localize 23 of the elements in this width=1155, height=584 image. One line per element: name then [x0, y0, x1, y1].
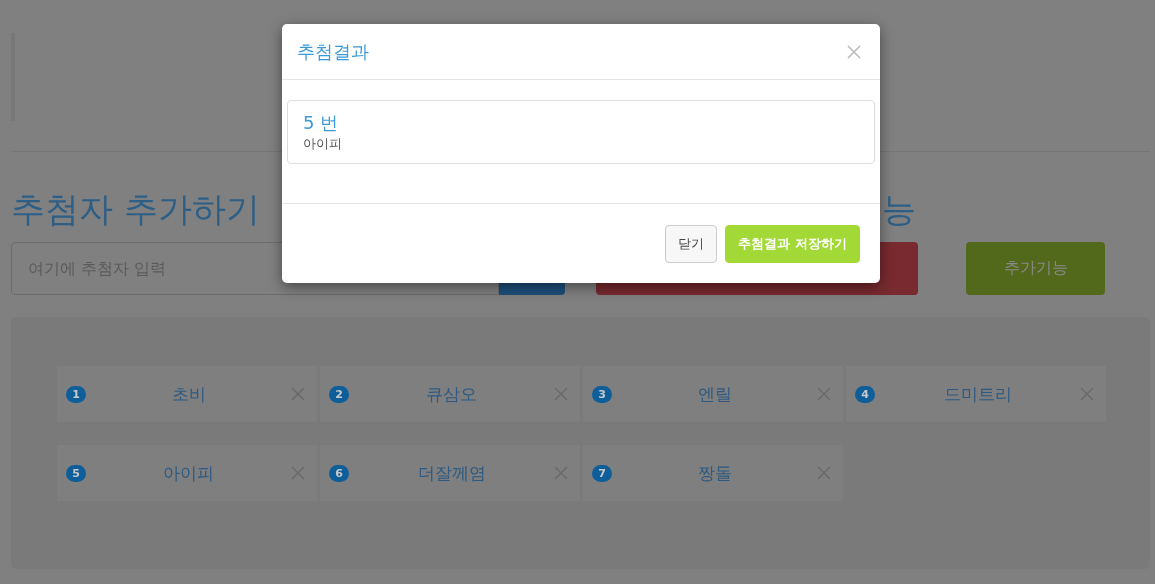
candidate-name: 드미트리	[942, 382, 1013, 406]
candidate-name: 엔릴	[696, 382, 733, 406]
section-heading: 능	[882, 189, 916, 229]
number-badge: 5	[66, 464, 86, 482]
candidate-name: 더잘께염	[416, 461, 487, 485]
page-heading: 추첨자 추가하기	[11, 188, 261, 231]
candidate-name: 큐삼오	[425, 382, 478, 406]
result-number: 5 번	[303, 111, 340, 135]
close-button[interactable]: 닫기	[665, 224, 718, 263]
save-button[interactable]: 추첨결과 저장하기	[725, 224, 860, 263]
candidate-name: 짱돌	[696, 461, 733, 485]
candidate-name: 아이피	[162, 461, 215, 485]
extra-button[interactable]: 추가기능	[966, 242, 1105, 295]
close-icon[interactable]	[847, 44, 861, 59]
number-badge: 2	[329, 385, 349, 403]
number-badge: 1	[66, 385, 86, 403]
number-badge: 3	[592, 385, 612, 403]
number-badge: 7	[592, 464, 612, 482]
number-badge: 6	[329, 464, 349, 482]
result-name: 아이피	[303, 135, 343, 153]
candidate-name: 초비	[170, 382, 207, 406]
number-badge: 4	[855, 385, 875, 403]
dialog-title: 추첨결과	[297, 39, 369, 64]
